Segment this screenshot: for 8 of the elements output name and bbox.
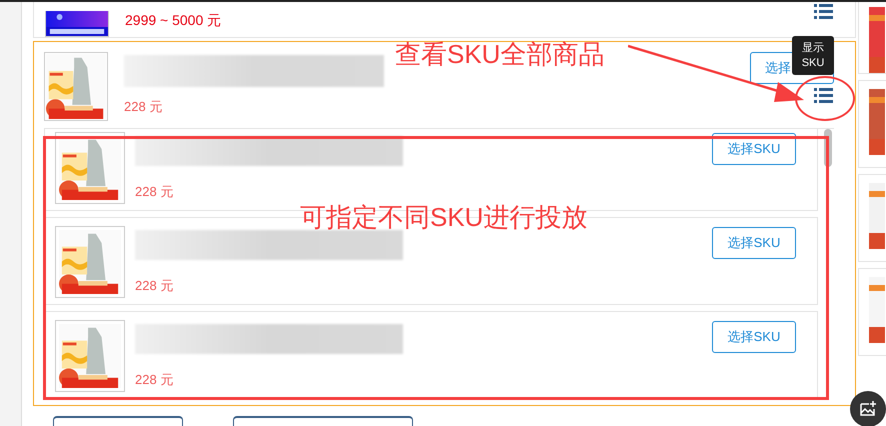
tooltip: 显示 SKU (792, 36, 834, 75)
price-range: 2999 ~ 5000 元 (125, 10, 222, 30)
price: 228 元 (135, 370, 174, 389)
price: 228 元 (124, 98, 164, 116)
annotation-text: 可指定不同SKU进行投放 (300, 201, 588, 233)
annotation-text: 查看SKU全部商品 (395, 38, 604, 70)
price: 228 元 (135, 182, 174, 201)
price: 228 元 (135, 276, 174, 295)
